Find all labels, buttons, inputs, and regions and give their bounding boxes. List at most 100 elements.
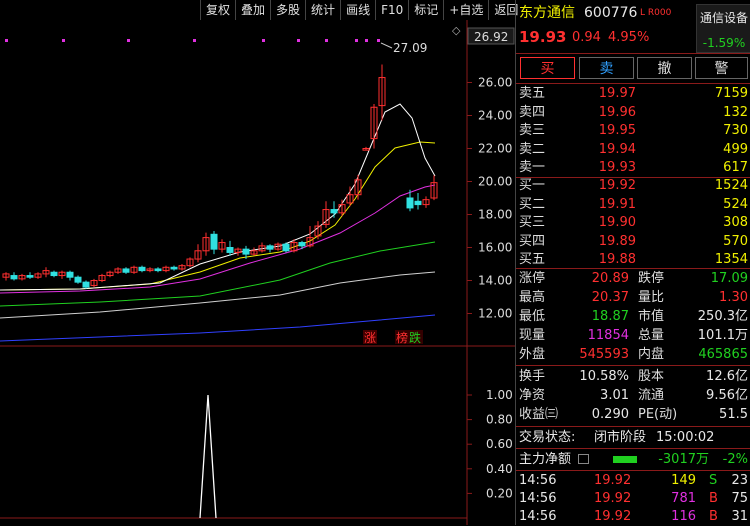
toolbar-biaoji[interactable]: 标记 (408, 0, 443, 20)
value-zongliang: 101.1万 (697, 328, 748, 343)
tick-count: 75 (731, 491, 748, 506)
price-axis-label: 18.00 (478, 208, 512, 222)
tick-count: 31 (731, 509, 748, 524)
tick-volume: 116 (671, 509, 696, 524)
volume-axis-label: 0.60 (486, 437, 513, 451)
order-price: 19.97 (598, 86, 636, 101)
candle-body (26, 275, 34, 278)
toolbar-add-favorite[interactable]: +自选 (443, 0, 488, 20)
main-flow-value: -3017万 (658, 452, 709, 467)
candle-body (298, 242, 306, 247)
cancel-order-button[interactable]: 撤 (637, 57, 692, 79)
quote-row-limits: 涨停 20.89 跌停 17.09 (516, 269, 750, 288)
tag-bang[interactable]: 榜 (396, 330, 408, 345)
value-shizhi: 250.3亿 (697, 309, 748, 324)
industry-box[interactable]: 通信设备 -1.59% (696, 4, 750, 53)
value-zhangting: 20.89 (591, 271, 629, 286)
price-axis-label: 22.00 (478, 142, 512, 156)
price-axis-label: 20.00 (478, 175, 512, 189)
toolbar-f10[interactable]: F10 (375, 0, 408, 20)
stock-flags: L R000 (640, 8, 672, 18)
buy-order-row[interactable]: 买二 19.91 524 (516, 195, 750, 214)
buy-order-row[interactable]: 买一 19.92 1524 (516, 176, 750, 195)
label-zhangting: 涨停 (519, 271, 546, 286)
divider (516, 426, 750, 427)
tag-die[interactable]: 跌 (409, 330, 421, 345)
order-level-label: 买五 (519, 252, 546, 267)
buy-order-row[interactable]: 买三 19.90 308 (516, 213, 750, 232)
value-dieting: 17.09 (710, 271, 748, 286)
value-high: 20.37 (591, 290, 629, 305)
value-pe: 51.5 (719, 407, 748, 422)
order-price: 19.90 (598, 215, 636, 230)
candle-body (330, 209, 338, 214)
candle-body (406, 197, 414, 209)
candle-body (154, 268, 162, 272)
price-axis-label: 12.00 (478, 307, 512, 321)
alert-button[interactable]: 警 (695, 57, 748, 79)
peak-price-label: 27.09 (393, 41, 427, 55)
peak-pointer (380, 42, 393, 49)
toolbar-tongji[interactable]: 统计 (305, 0, 340, 20)
sell-order-row[interactable]: 卖三 19.95 730 (516, 121, 750, 140)
volume-axis-label: 0.80 (486, 413, 513, 427)
volume-axis: 1.00 0.80 0.60 0.40 0.20 (467, 388, 513, 500)
list-icon[interactable] (578, 454, 589, 464)
order-volume: 132 (723, 104, 748, 120)
sell-button[interactable]: 卖 (579, 57, 634, 79)
quote-row-netasset: 净资 3.01 流通 9.56亿 (516, 386, 750, 405)
order-level-label: 买一 (519, 178, 546, 193)
volume-axis-label: 1.00 (486, 388, 513, 402)
price-axis: 26.00 24.00 22.00 20.00 18.00 16.00 14.00 12.00 (467, 76, 512, 321)
buy-order-row[interactable]: 买四 19.89 570 (516, 232, 750, 251)
toolbar-huaxian[interactable]: 画线 (340, 0, 375, 20)
sell-order-row[interactable]: 卖二 19.94 499 (516, 140, 750, 159)
tick-volume: 781 (671, 491, 696, 506)
order-volume: 524 (723, 196, 748, 212)
order-price: 19.88 (598, 252, 636, 267)
candle-body (170, 266, 178, 270)
value-neipan: 465865 (698, 347, 748, 362)
price-axis-label: 16.00 (478, 241, 512, 255)
value-waipan: 545593 (579, 347, 629, 362)
label-liangbi: 量比 (638, 290, 665, 305)
label-xianliang: 现量 (519, 328, 546, 343)
tag-zhang[interactable]: 涨 (364, 330, 376, 345)
label-guben: 股本 (638, 369, 665, 384)
quote-row-earnings: 收益㈢ 0.290 PE(动) 51.5 (516, 405, 750, 424)
order-level-label: 买三 (519, 215, 546, 230)
candle-body (74, 276, 82, 283)
value-guben: 12.6亿 (706, 369, 748, 384)
kline-chart[interactable]: 26.00 24.00 22.00 20.00 18.00 16.00 14.00 12.00… (0, 20, 515, 525)
candle-body (10, 275, 18, 280)
main-flow-label: 主力净额 (519, 452, 572, 467)
event-marker (377, 39, 380, 42)
flow-bar (613, 456, 637, 463)
order-volume: 1354 (714, 252, 748, 267)
order-level-label: 买二 (519, 196, 546, 212)
sell-order-row[interactable]: 卖四 19.96 132 (516, 103, 750, 122)
candle-body (226, 247, 234, 253)
trade-status-row: 交易状态: 闭市阶段 15:00:02 (516, 428, 750, 447)
main-flow-pct: -2% (722, 452, 748, 467)
sell-order-row[interactable]: 卖五 19.97 7159 (516, 84, 750, 103)
label-high: 最高 (519, 290, 546, 305)
buy-order-row[interactable]: 买五 19.88 1354 (516, 250, 750, 269)
divider (516, 53, 750, 54)
toolbar-fuquan[interactable]: 复权 (200, 0, 235, 20)
label-low: 最低 (519, 309, 546, 324)
label-pe: PE(动) (638, 407, 678, 422)
toolbar-duogu[interactable]: 多股 (270, 0, 305, 20)
tick-price: 19.92 (594, 509, 632, 524)
buy-button[interactable]: 买 (520, 57, 575, 79)
label-shouyi: 收益㈢ (519, 407, 559, 422)
moving-average-lines (0, 103, 436, 342)
order-volume: 1524 (714, 178, 748, 193)
tick-volume: 149 (671, 473, 696, 488)
volume-axis-label: 0.20 (486, 486, 513, 500)
toolbar-diejia[interactable]: 叠加 (235, 0, 270, 20)
price-axis-label: 26.00 (478, 76, 512, 90)
industry-name: 通信设备 (699, 11, 748, 25)
price-change-pct: 4.95% (608, 30, 650, 45)
sell-order-row[interactable]: 卖一 19.93 617 (516, 158, 750, 177)
